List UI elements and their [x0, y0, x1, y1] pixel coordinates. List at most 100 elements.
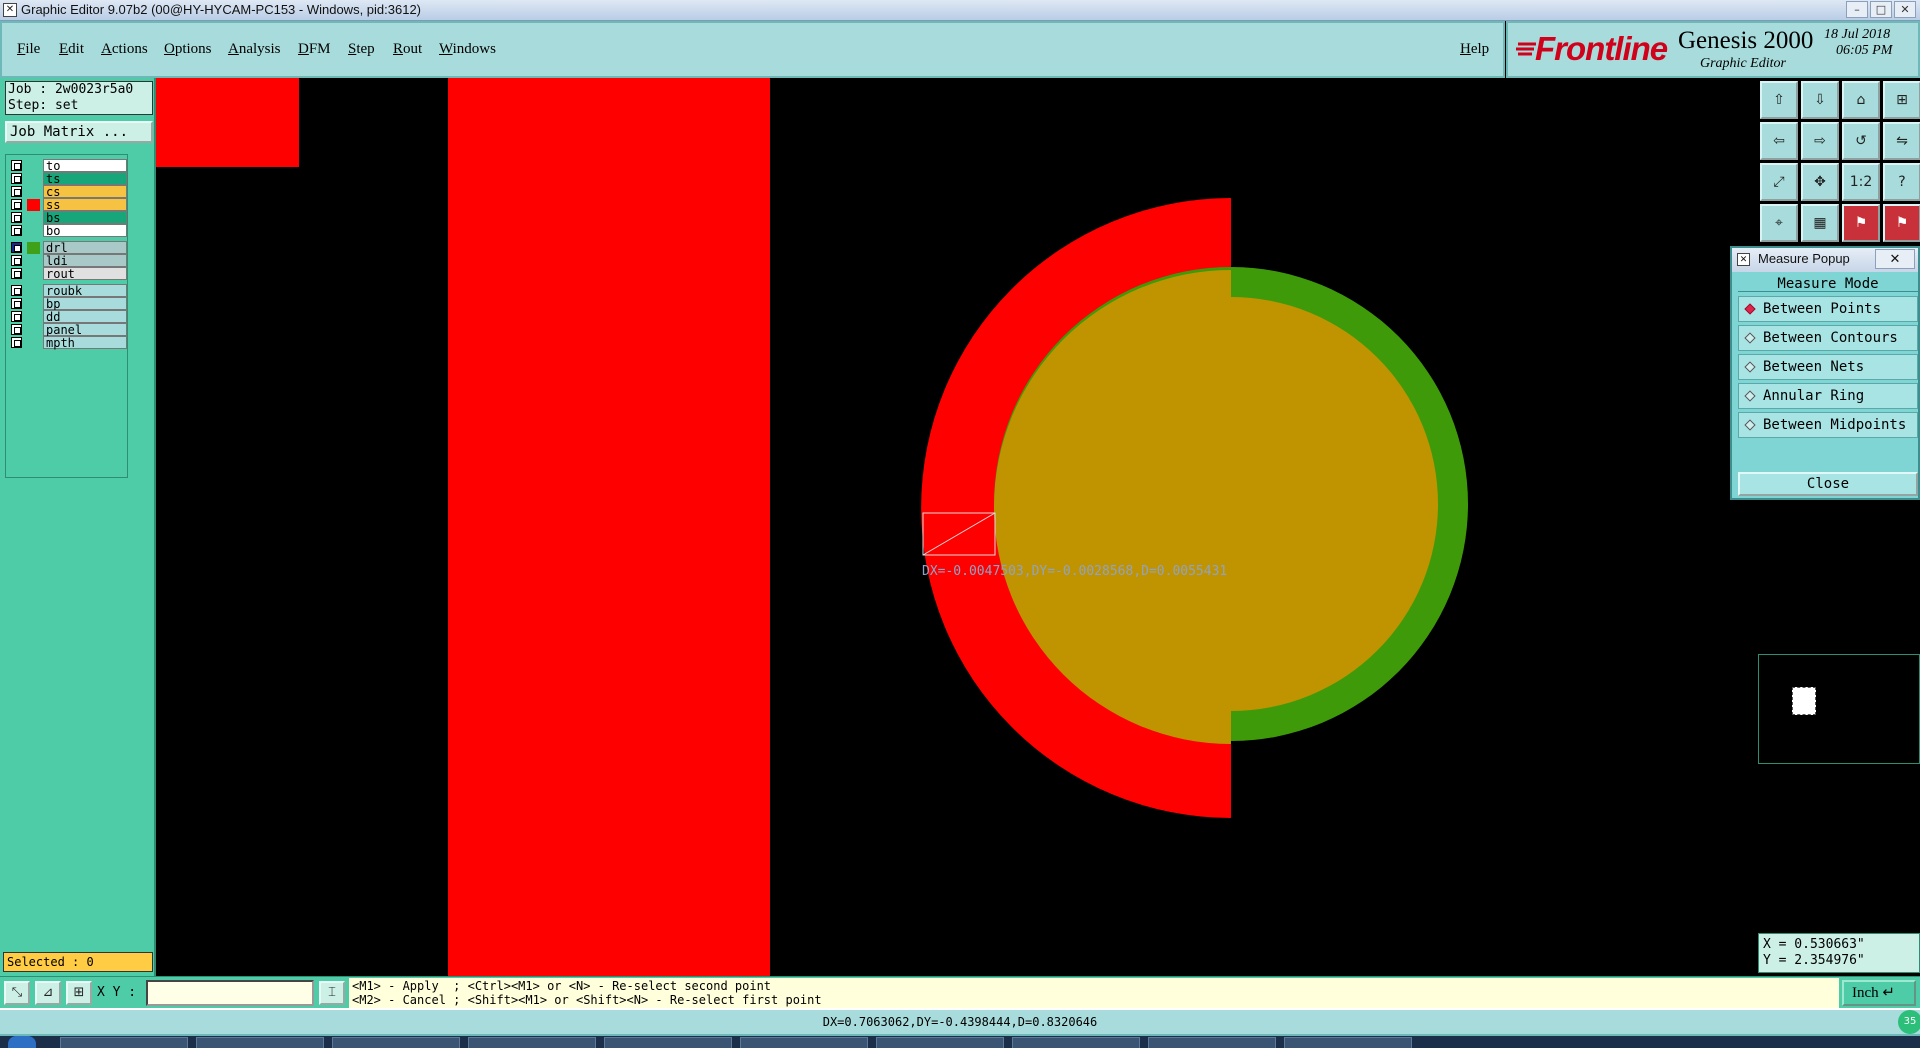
unit-toggle-button[interactable]: Inch ↵	[1842, 980, 1916, 1006]
popup-close-button[interactable]: Close	[1738, 472, 1918, 496]
layer-checkbox[interactable]	[11, 242, 22, 253]
layer-checkbox[interactable]	[11, 324, 22, 335]
taskbar-item[interactable]	[468, 1037, 596, 1048]
menu-step[interactable]: Step	[348, 41, 375, 58]
layer-name[interactable]: drl	[43, 241, 127, 255]
help-icon[interactable]: ?	[1883, 163, 1920, 201]
taskbar-item[interactable]	[740, 1037, 868, 1048]
layer-color-swatch[interactable]	[27, 225, 40, 237]
split-window-icon[interactable]: ⊞	[1883, 81, 1920, 119]
layer-row-drl[interactable]: drl	[9, 241, 129, 255]
layer-row-dd[interactable]: dd	[9, 310, 129, 324]
overview-viewport[interactable]	[1792, 687, 1816, 715]
home-icon[interactable]: ⌂	[1842, 81, 1880, 119]
layer-name[interactable]: ts	[43, 172, 127, 186]
menu-dfm[interactable]: DFM	[298, 41, 331, 58]
layer-color-swatch[interactable]	[27, 212, 40, 224]
measure-icon[interactable]: ⊿	[35, 981, 61, 1005]
cursor-mode-icon[interactable]: ⌶	[319, 981, 345, 1005]
menu-actions[interactable]: Actions	[101, 41, 148, 58]
layer-color-swatch[interactable]	[27, 242, 40, 254]
menu-options[interactable]: Options	[164, 41, 212, 58]
menu-file[interactable]: File	[17, 41, 40, 58]
layer-name[interactable]: ss	[43, 198, 127, 212]
layer-color-swatch[interactable]	[27, 268, 40, 280]
layer-checkbox[interactable]	[11, 337, 22, 348]
layer-checkbox[interactable]	[11, 173, 22, 184]
layer-row-ss[interactable]: ss	[9, 198, 129, 212]
layer-color-swatch[interactable]	[27, 255, 40, 267]
zoom-center-icon[interactable]: ✥	[1801, 163, 1839, 201]
layer-row-to[interactable]: to	[9, 159, 129, 173]
layer-checkbox[interactable]	[11, 225, 22, 236]
layer-checkbox[interactable]	[11, 212, 22, 223]
layer-name[interactable]: bs	[43, 211, 127, 225]
option-between-nets[interactable]: Between Nets	[1738, 354, 1918, 380]
rotate-icon[interactable]: ↺	[1842, 122, 1880, 160]
grid-snap-icon[interactable]: ⊞	[66, 981, 92, 1005]
option-between-contours[interactable]: Between Contours	[1738, 325, 1918, 351]
layer-name[interactable]: panel	[43, 323, 127, 337]
taskbar-item[interactable]	[604, 1037, 732, 1048]
move-right-icon[interactable]: ⇨	[1801, 122, 1839, 160]
layer-color-swatch[interactable]	[27, 324, 40, 336]
taskbar-item[interactable]	[1284, 1037, 1412, 1048]
layer-name[interactable]: rout	[43, 267, 127, 281]
maximize-button[interactable]: □	[1870, 1, 1892, 18]
layer-name[interactable]: to	[43, 159, 127, 173]
menu-analysis[interactable]: Analysis	[228, 41, 281, 58]
menu-edit[interactable]: Edit	[59, 41, 84, 58]
layer-row-ldi[interactable]: ldi	[9, 254, 129, 268]
layer-color-swatch[interactable]	[27, 337, 40, 349]
layer-row-rout[interactable]: rout	[9, 267, 129, 281]
taskbar-item[interactable]	[1012, 1037, 1140, 1048]
popup-close-x[interactable]: ✕	[1875, 249, 1915, 269]
layers-blue-icon[interactable]: ⚑	[1883, 204, 1920, 242]
layer-row-roubk[interactable]: roubk	[9, 284, 129, 298]
layer-row-mpth[interactable]: mpth	[9, 336, 129, 350]
layer-name[interactable]: ldi	[43, 254, 127, 268]
move-up-icon[interactable]: ⇧	[1760, 81, 1798, 119]
job-matrix-button[interactable]: Job Matrix ...	[5, 121, 153, 143]
layer-row-ts[interactable]: ts	[9, 172, 129, 186]
taskbar-item[interactable]	[1148, 1037, 1276, 1048]
layer-row-bp[interactable]: bp	[9, 297, 129, 311]
layer-name[interactable]: bo	[43, 224, 127, 238]
flip-icon[interactable]: ⇋	[1883, 122, 1920, 160]
layer-checkbox[interactable]	[11, 186, 22, 197]
graphic-canvas[interactable]: DX=-0.0047503,DY=-0.0028568,D=0.0055431	[156, 78, 1758, 976]
xy-input[interactable]	[146, 980, 314, 1006]
layer-color-swatch[interactable]	[27, 173, 40, 185]
layer-checkbox[interactable]	[11, 298, 22, 309]
option-between-midpoints[interactable]: Between Midpoints	[1738, 412, 1918, 438]
close-button[interactable]: ✕	[1894, 1, 1916, 18]
layer-checkbox[interactable]	[11, 268, 22, 279]
layer-row-panel[interactable]: panel	[9, 323, 129, 337]
scale-1-2-icon[interactable]: 1:2	[1842, 163, 1880, 201]
layer-row-bs[interactable]: bs	[9, 211, 129, 225]
taskbar-item[interactable]	[196, 1037, 324, 1048]
layer-checkbox[interactable]	[11, 255, 22, 266]
layer-color-swatch[interactable]	[27, 311, 40, 323]
option-between-points[interactable]: Between Points	[1738, 296, 1918, 322]
layer-name[interactable]: roubk	[43, 284, 127, 298]
grid-icon[interactable]: ▦	[1801, 204, 1839, 242]
zoom-fit-icon[interactable]: ⤢	[1760, 163, 1798, 201]
overview-map[interactable]	[1758, 654, 1920, 764]
layer-checkbox[interactable]	[11, 160, 22, 171]
layer-checkbox[interactable]	[11, 285, 22, 296]
move-left-icon[interactable]: ⇦	[1760, 122, 1798, 160]
menu-rout[interactable]: Rout	[393, 41, 422, 58]
start-button[interactable]	[8, 1036, 36, 1048]
layer-checkbox[interactable]	[11, 199, 22, 210]
layer-color-swatch[interactable]	[27, 285, 40, 297]
option-annular-ring[interactable]: Annular Ring	[1738, 383, 1918, 409]
zoom-area-icon[interactable]: ⤡	[4, 981, 30, 1005]
layer-color-swatch[interactable]	[27, 298, 40, 310]
layers-red-icon[interactable]: ⚑	[1842, 204, 1880, 242]
menu-help[interactable]: Help	[1460, 41, 1489, 58]
layer-name[interactable]: mpth	[43, 336, 127, 350]
taskbar-item[interactable]	[876, 1037, 1004, 1048]
layer-color-swatch[interactable]	[27, 199, 40, 211]
move-down-icon[interactable]: ⇩	[1801, 81, 1839, 119]
